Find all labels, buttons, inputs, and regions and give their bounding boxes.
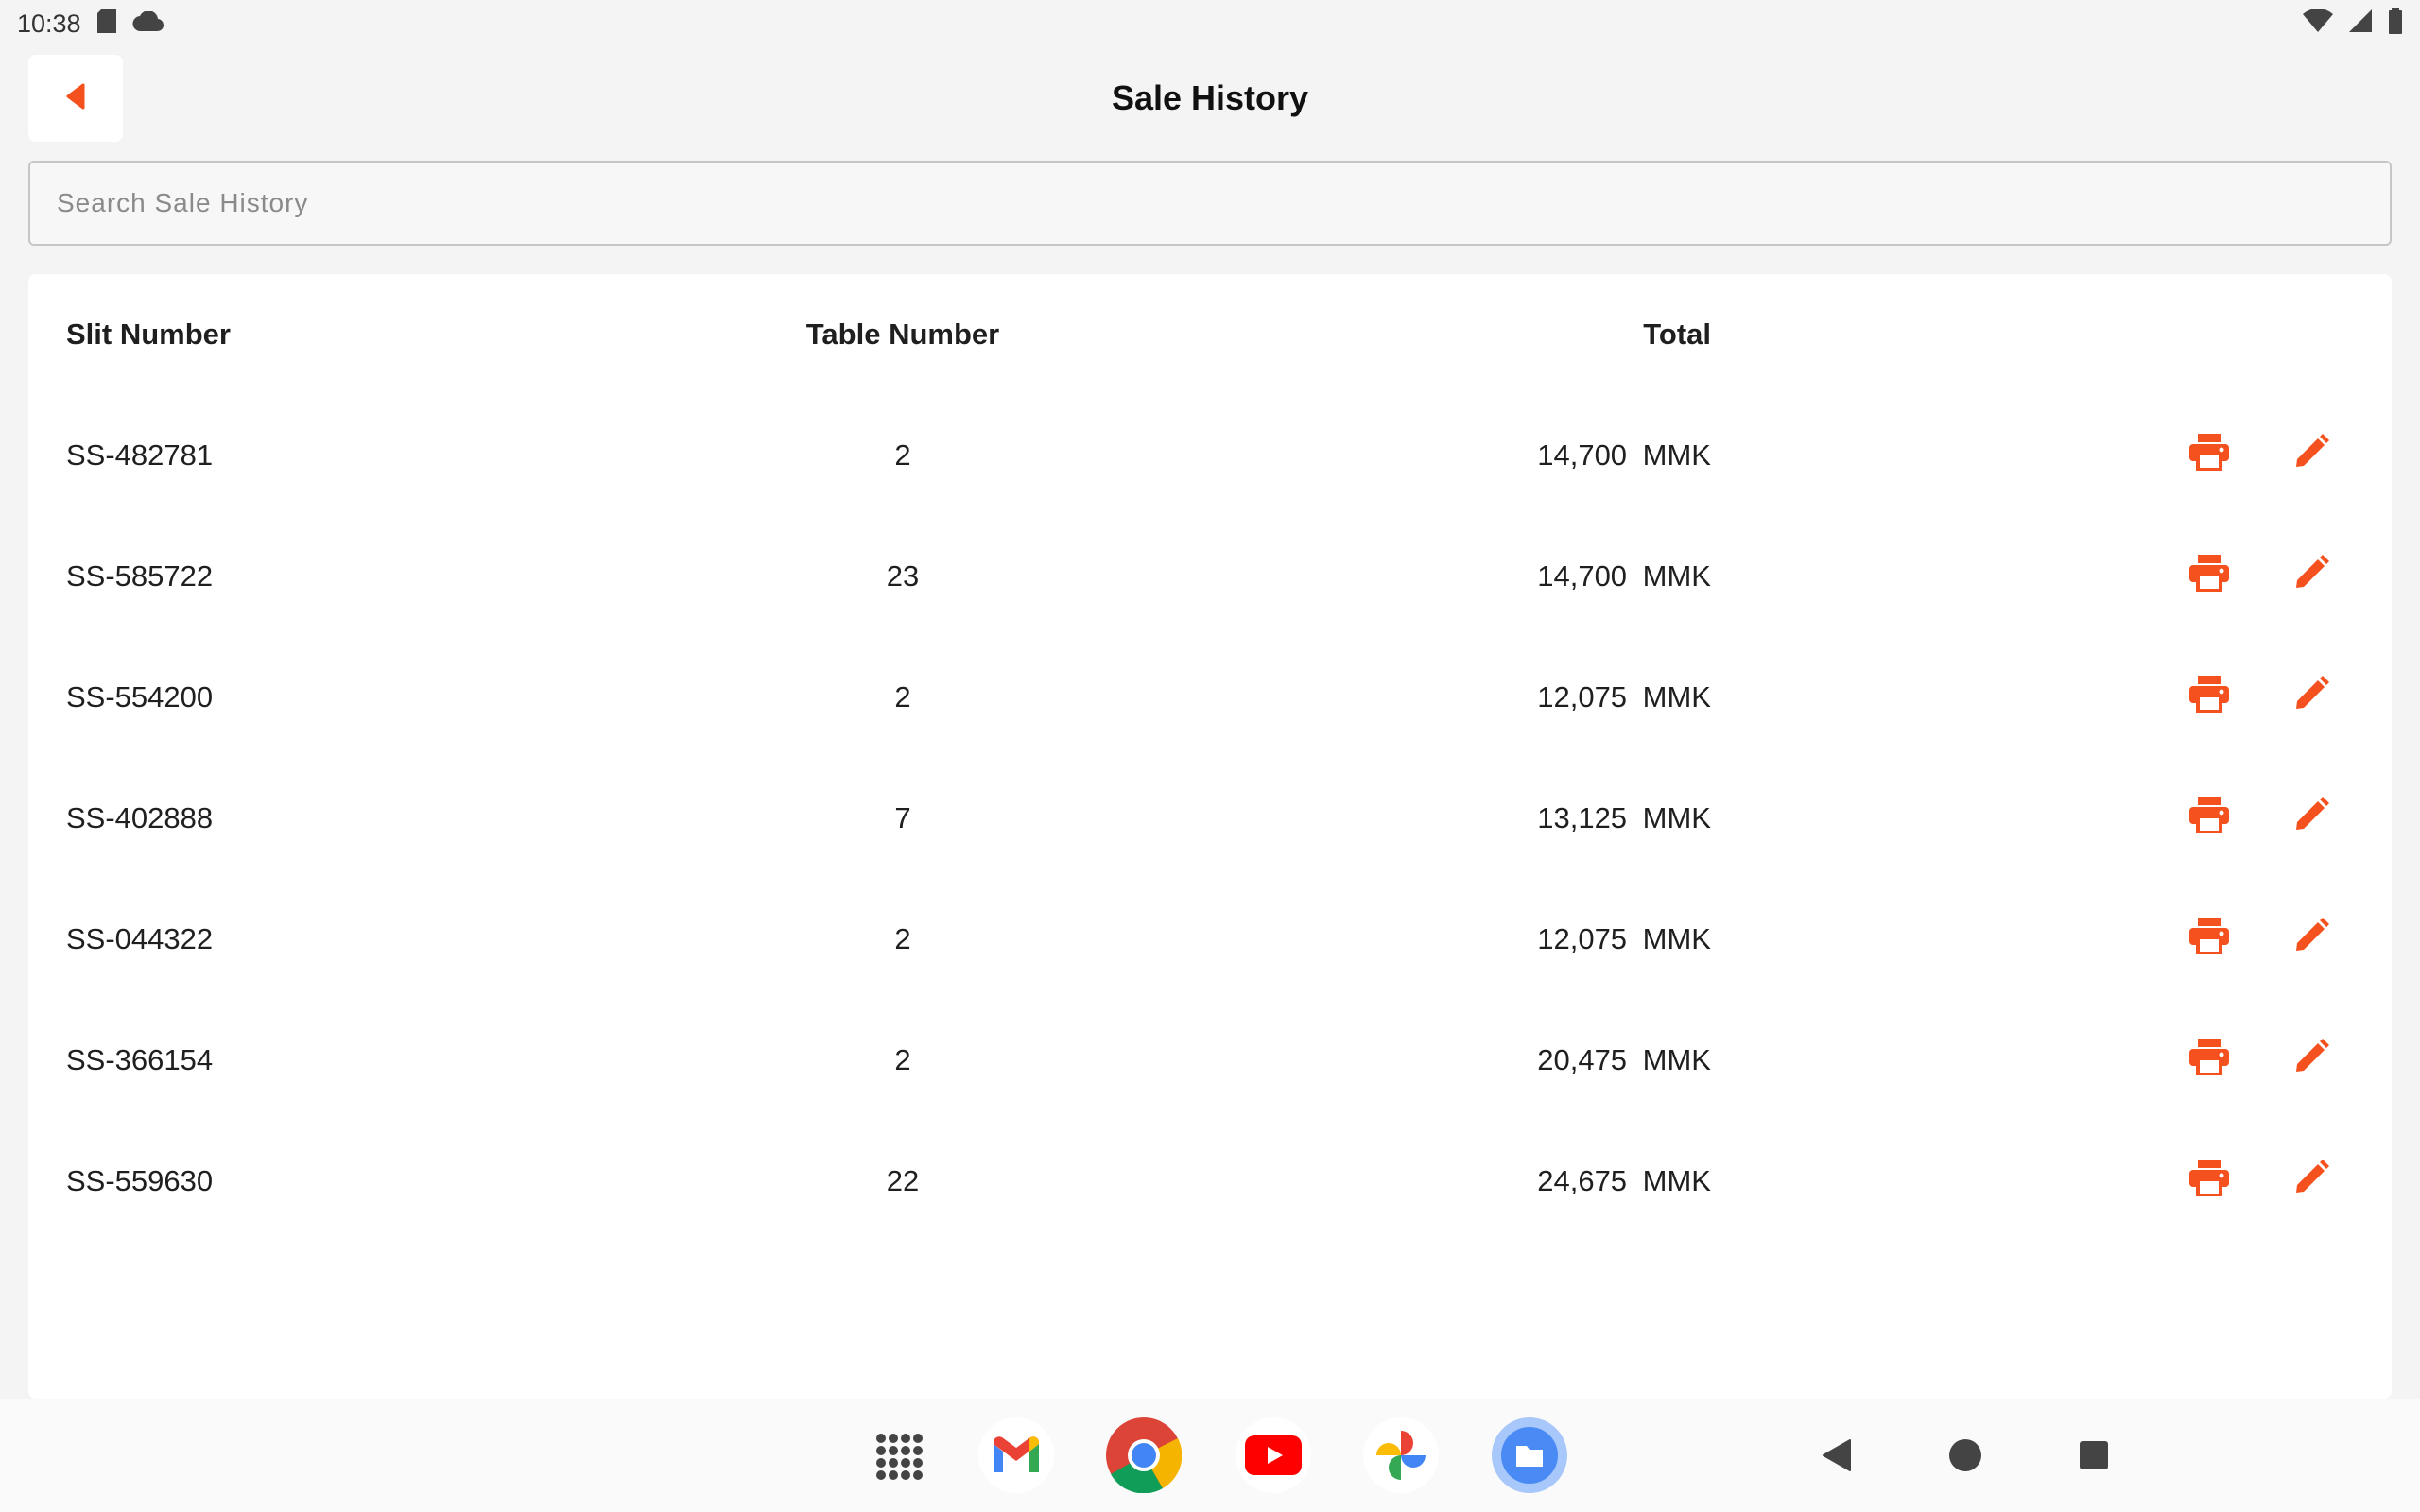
slit-number-cell: SS-482781 — [66, 438, 214, 472]
edit-icon — [2292, 433, 2330, 478]
table-row[interactable]: SS-366154 2 20,475 MMK — [28, 1000, 2392, 1121]
print-button[interactable] — [2181, 669, 2238, 726]
column-header-table-number: Table Number — [805, 318, 1000, 351]
print-button[interactable] — [2181, 1032, 2238, 1089]
print-icon — [2188, 554, 2230, 599]
chrome-icon[interactable] — [1106, 1418, 1182, 1493]
total-cell: 13,125 MMK — [1537, 801, 1711, 834]
print-button[interactable] — [2181, 1153, 2238, 1210]
wifi-icon — [2303, 8, 2333, 40]
app-drawer-icon[interactable] — [860, 1418, 936, 1493]
nav-recents-icon[interactable] — [2056, 1418, 2132, 1493]
status-right — [2303, 7, 2403, 41]
slit-number-cell: SS-366154 — [66, 1043, 214, 1076]
total-cell: 12,075 MMK — [1537, 680, 1711, 713]
print-button[interactable] — [2181, 548, 2238, 605]
search-input[interactable] — [28, 161, 2392, 246]
edit-button[interactable] — [2283, 790, 2340, 847]
status-left: 10:38 — [17, 8, 164, 41]
print-icon — [2188, 917, 2230, 962]
edit-button[interactable] — [2283, 1032, 2340, 1089]
nav-back-icon[interactable] — [1799, 1418, 1875, 1493]
edit-icon — [2292, 1038, 2330, 1083]
print-icon — [2188, 433, 2230, 478]
print-button[interactable] — [2181, 427, 2238, 484]
print-icon — [2188, 1159, 2230, 1204]
sd-card-icon — [96, 8, 117, 41]
edit-button[interactable] — [2283, 911, 2340, 968]
edit-icon — [2292, 917, 2330, 962]
table-row[interactable]: SS-585722 23 14,700 MMK — [28, 516, 2392, 637]
total-cell: 24,675 MMK — [1537, 1164, 1711, 1197]
table-row[interactable]: SS-559630 22 24,675 MMK — [28, 1121, 2392, 1242]
print-icon — [2188, 1038, 2230, 1083]
slit-number-cell: SS-044322 — [66, 922, 214, 955]
table-number-cell: 23 — [886, 559, 920, 593]
table-number-cell: 22 — [886, 1164, 920, 1197]
total-cell: 20,475 MMK — [1537, 1043, 1711, 1076]
edit-icon — [2292, 796, 2330, 841]
page-title: Sale History — [1111, 78, 1309, 117]
files-icon[interactable] — [1492, 1418, 1567, 1493]
nav-home-icon[interactable] — [1927, 1418, 2003, 1493]
edit-icon — [2292, 675, 2330, 720]
edit-icon — [2292, 554, 2330, 599]
print-icon — [2188, 796, 2230, 841]
print-icon — [2188, 675, 2230, 720]
table-row[interactable]: SS-554200 2 12,075 MMK — [28, 637, 2392, 758]
gmail-icon[interactable] — [978, 1418, 1054, 1493]
slit-number-cell: SS-554200 — [66, 680, 214, 713]
total-cell: 14,700 MMK — [1537, 438, 1711, 472]
table-header-row: Slit Number Table Number Total — [28, 274, 2392, 395]
status-bar: 10:38 — [0, 0, 2420, 47]
total-cell: 12,075 MMK — [1537, 922, 1711, 955]
bottom-dock — [0, 1399, 2420, 1512]
table-row[interactable]: SS-402888 7 13,125 MMK — [28, 758, 2392, 879]
print-button[interactable] — [2181, 911, 2238, 968]
cell-signal-icon — [2348, 9, 2373, 40]
photos-icon[interactable] — [1363, 1418, 1439, 1493]
edit-button[interactable] — [2283, 1153, 2340, 1210]
total-cell: 14,700 MMK — [1537, 559, 1711, 593]
slit-number-cell: SS-402888 — [66, 801, 214, 834]
back-arrow-icon — [64, 83, 87, 114]
edit-button[interactable] — [2283, 427, 2340, 484]
app-header: Sale History — [28, 55, 2392, 142]
edit-button[interactable] — [2283, 669, 2340, 726]
status-time: 10:38 — [17, 9, 81, 38]
table-number-cell: 2 — [894, 922, 911, 955]
table-number-cell: 2 — [894, 1043, 911, 1076]
edit-icon — [2292, 1159, 2330, 1204]
cloud-icon — [132, 9, 164, 39]
table-row[interactable]: SS-044322 2 12,075 MMK — [28, 879, 2392, 1000]
column-header-total: Total — [1643, 318, 1711, 351]
table-row[interactable]: SS-482781 2 14,700 MMK — [28, 395, 2392, 516]
slit-number-cell: SS-585722 — [66, 559, 214, 593]
slit-number-cell: SS-559630 — [66, 1164, 214, 1197]
table-number-cell: 7 — [894, 801, 911, 834]
table-number-cell: 2 — [894, 680, 911, 713]
print-button[interactable] — [2181, 790, 2238, 847]
table-number-cell: 2 — [894, 438, 911, 472]
youtube-icon[interactable] — [1236, 1418, 1311, 1493]
column-header-slit-number: Slit Number — [66, 318, 231, 351]
back-button[interactable] — [28, 55, 123, 142]
battery-icon — [2388, 7, 2403, 41]
edit-button[interactable] — [2283, 548, 2340, 605]
